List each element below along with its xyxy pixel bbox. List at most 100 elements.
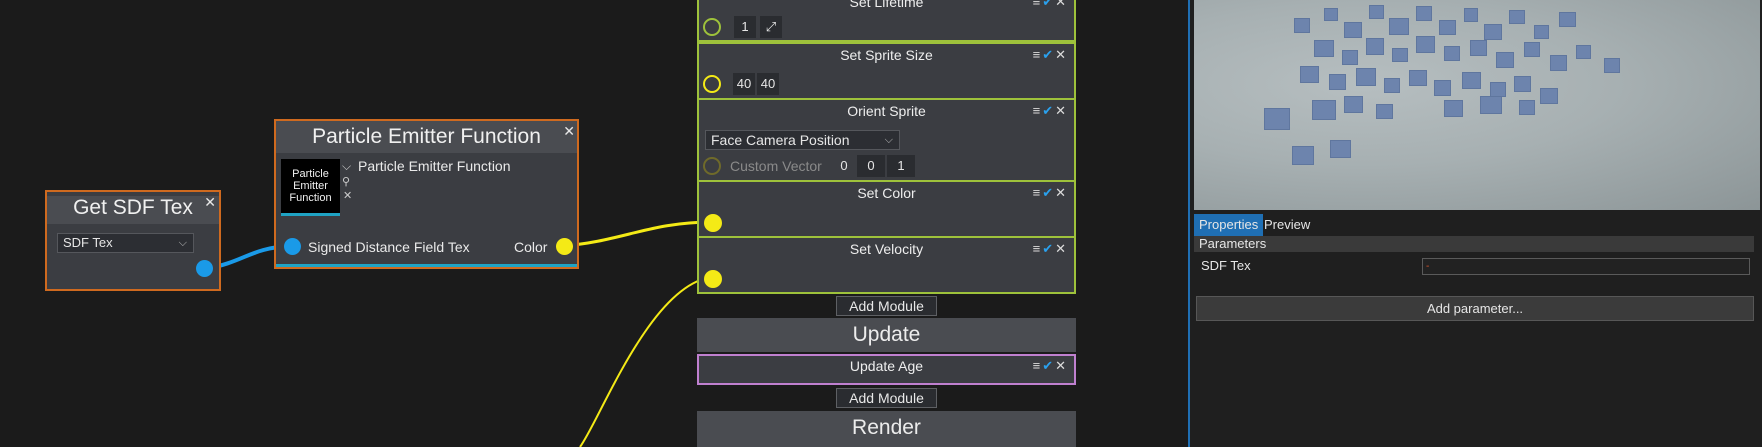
- input-pin[interactable]: [703, 157, 721, 175]
- menu-icon[interactable]: ≡: [1033, 241, 1043, 256]
- emitter-stack: Set Lifetime ≡✔✕ 1 ⤢ Set Sprite Size ≡✔✕…: [697, 0, 1076, 447]
- output-pin[interactable]: [556, 238, 573, 255]
- menu-icon[interactable]: ≡: [1033, 0, 1043, 9]
- add-module-button[interactable]: Add Module: [836, 388, 937, 408]
- input-label: Signed Distance Field Tex: [308, 239, 470, 255]
- input-pin[interactable]: [704, 270, 722, 288]
- tab-preview[interactable]: Preview: [1259, 214, 1315, 236]
- module-set-sprite-size[interactable]: Set Sprite Size ≡✔✕ 40 40: [697, 42, 1076, 100]
- particle-sprite: [1480, 96, 1502, 114]
- expand-icon[interactable]: ⤢: [760, 16, 782, 38]
- close-icon[interactable]: ✕: [1055, 185, 1068, 200]
- close-icon[interactable]: ✕: [1055, 47, 1068, 62]
- node-footer-bar: [276, 264, 577, 267]
- search-icon[interactable]: ⚲: [342, 175, 350, 188]
- lifetime-field[interactable]: 1: [734, 16, 756, 38]
- clear-icon[interactable]: ✕: [343, 189, 352, 202]
- texture-dropdown[interactable]: SDF Tex ⌵: [57, 233, 194, 253]
- custom-vector-z[interactable]: 1: [887, 155, 915, 177]
- particle-sprite: [1576, 45, 1591, 59]
- sprite-size-y-field[interactable]: 40: [757, 73, 779, 95]
- close-icon[interactable]: ✕: [204, 195, 216, 209]
- module-title: Orient Sprite: [847, 103, 926, 119]
- param-value-field[interactable]: -: [1422, 258, 1750, 275]
- particle-sprite: [1470, 40, 1487, 56]
- thumbnail-text: Particle Emitter Function: [289, 168, 332, 204]
- input-pin[interactable]: [284, 238, 301, 255]
- tab-properties[interactable]: Properties: [1194, 214, 1264, 236]
- menu-icon[interactable]: ≡: [1033, 47, 1043, 62]
- input-pin[interactable]: [703, 18, 721, 36]
- graph-canvas[interactable]: Get SDF Tex ✕ SDF Tex ⌵ Particle Emitter…: [0, 0, 1190, 447]
- particle-sprite: [1264, 108, 1290, 130]
- check-icon[interactable]: ✔: [1042, 358, 1055, 373]
- particle-sprite: [1509, 10, 1525, 24]
- particle-sprite: [1524, 42, 1540, 57]
- close-icon[interactable]: ✕: [1055, 241, 1068, 256]
- custom-vector-y[interactable]: 0: [857, 155, 885, 177]
- close-icon[interactable]: ✕: [563, 124, 575, 138]
- particle-sprite: [1416, 6, 1432, 21]
- particle-sprite: [1604, 58, 1620, 73]
- get-sdf-tex-node[interactable]: Get SDF Tex ✕ SDF Tex ⌵: [45, 190, 221, 291]
- particle-sprite: [1434, 80, 1451, 96]
- add-parameter-button[interactable]: Add parameter...: [1196, 296, 1754, 321]
- chevron-down-icon[interactable]: ⌵: [342, 159, 351, 174]
- module-title: Update Age: [849, 358, 924, 374]
- dropdown-value: Face Camera Position: [711, 132, 850, 148]
- module-set-lifetime[interactable]: Set Lifetime ≡✔✕ 1 ⤢: [697, 0, 1076, 42]
- module-set-color[interactable]: Set Color ≡✔✕: [697, 180, 1076, 238]
- check-icon[interactable]: ✔: [1042, 103, 1055, 118]
- module-title: Set Sprite Size: [840, 47, 933, 63]
- custom-vector-x[interactable]: 0: [833, 155, 855, 177]
- particle-sprite: [1384, 78, 1400, 93]
- module-icons: ≡✔✕: [1033, 185, 1068, 201]
- menu-icon[interactable]: ≡: [1033, 358, 1043, 373]
- close-icon[interactable]: ✕: [1055, 358, 1068, 373]
- asset-thumbnail[interactable]: Particle Emitter Function: [281, 159, 340, 216]
- particle-preview-viewport[interactable]: [1194, 0, 1760, 210]
- close-icon[interactable]: ✕: [1055, 103, 1068, 118]
- particle-sprite: [1292, 146, 1314, 165]
- module-set-velocity[interactable]: Set Velocity ≡✔✕: [697, 236, 1076, 294]
- custom-vector-label: Custom Vector: [730, 158, 822, 174]
- module-title: Set Velocity: [849, 241, 924, 257]
- particle-sprite: [1534, 25, 1549, 39]
- particle-sprite: [1376, 104, 1393, 119]
- module-title: Set Lifetime: [849, 0, 924, 10]
- module-icons: ≡✔✕: [1033, 358, 1068, 374]
- menu-icon[interactable]: ≡: [1033, 185, 1043, 200]
- wire-velocity: [579, 276, 713, 447]
- particle-sprite: [1550, 55, 1567, 71]
- particle-sprite: [1314, 40, 1334, 57]
- add-module-button[interactable]: Add Module: [836, 296, 937, 316]
- input-pin[interactable]: [704, 214, 722, 232]
- input-pin[interactable]: [703, 75, 721, 93]
- particle-sprite: [1416, 36, 1435, 53]
- particle-sprite: [1444, 46, 1460, 61]
- particle-sprite: [1356, 68, 1376, 86]
- particle-emitter-function-node[interactable]: Particle Emitter Function ✕ Particle Emi…: [274, 119, 579, 269]
- check-icon[interactable]: ✔: [1042, 241, 1055, 256]
- sprite-size-x-field[interactable]: 40: [733, 73, 755, 95]
- particle-sprite: [1366, 38, 1384, 55]
- particle-sprite: [1344, 96, 1363, 113]
- close-icon[interactable]: ✕: [1055, 0, 1068, 9]
- orientation-dropdown[interactable]: Face Camera Position ⌵: [705, 130, 900, 150]
- particle-sprite: [1389, 18, 1409, 35]
- check-icon[interactable]: ✔: [1042, 0, 1055, 9]
- module-orient-sprite[interactable]: Orient Sprite ≡✔✕ Face Camera Position ⌵…: [697, 98, 1076, 182]
- particle-sprite: [1484, 24, 1502, 40]
- parameters-section-header[interactable]: Parameters: [1194, 236, 1754, 252]
- check-icon[interactable]: ✔: [1042, 185, 1055, 200]
- check-icon[interactable]: ✔: [1042, 47, 1055, 62]
- module-icons: ≡✔✕: [1033, 103, 1068, 119]
- particle-sprite: [1312, 100, 1336, 120]
- menu-icon[interactable]: ≡: [1033, 103, 1043, 118]
- particle-sprite: [1329, 74, 1346, 90]
- particle-sprite: [1444, 100, 1463, 117]
- module-update-age[interactable]: Update Age ≡✔✕: [697, 354, 1076, 385]
- output-label: Color: [514, 239, 548, 255]
- particle-sprite: [1324, 8, 1338, 21]
- output-pin[interactable]: [196, 260, 213, 277]
